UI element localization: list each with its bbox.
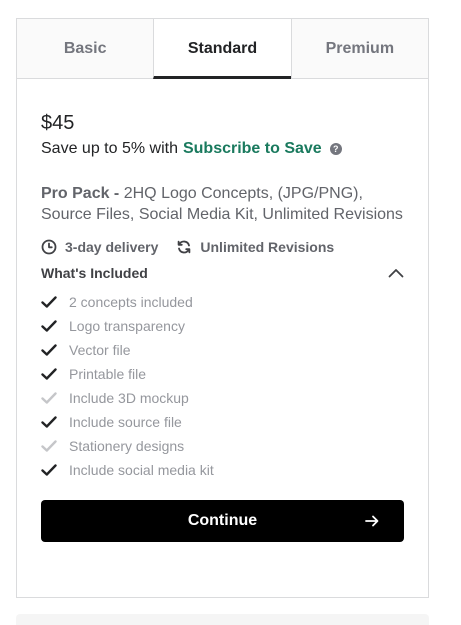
feature-label: Include social media kit [69,462,214,478]
feature-item: Stationery designs [41,434,404,458]
continue-label: Continue [187,512,258,529]
refresh-icon [178,240,191,254]
delivery-label: 3-day delivery [65,239,159,255]
feature-label: Printable file [69,366,147,382]
subscribe-line: Save up to 5% with Subscribe to Save ? [41,139,404,159]
feature-item: Include 3D mockup [41,386,404,410]
delivery-meta: 3-day delivery Unlimited Revisions [41,239,404,255]
features-list: 2 concepts included Logo transparency Vect… [41,290,404,482]
check-icon [41,391,57,405]
check-icon [41,343,57,357]
feature-item: Include source file [41,410,404,434]
clock-icon [41,239,57,255]
package-tabs: Basic Standard Premium [17,19,428,79]
feature-label: Include 3D mockup [69,390,189,406]
feature-item: Include social media kit [41,458,404,482]
tab-premium[interactable]: Premium [290,19,428,78]
feature-label: Vector file [69,342,131,358]
check-icon [41,415,57,429]
whats-included-title: What's Included [41,265,148,281]
continue-button[interactable]: Continue [41,500,404,542]
check-icon [41,319,57,333]
revisions: Unlimited Revisions [176,239,334,255]
feature-item: 2 concepts included [41,290,404,314]
check-icon [41,295,57,309]
revisions-label: Unlimited Revisions [200,239,335,255]
chevron-up-icon[interactable] [388,268,404,278]
subscribe-to-save-link[interactable]: Subscribe to Save [183,139,322,159]
question-circle-icon[interactable]: ? [329,143,342,155]
feature-label: 2 concepts included [69,294,193,310]
tab-standard[interactable]: Standard [153,19,291,79]
feature-label: Stationery designs [69,438,185,454]
package-description-block: Pro Pack - 2HQ Logo Concepts, (JPG/PNG),… [41,183,404,225]
check-icon [41,463,57,477]
package-card: Basic Standard Premium $45 Save up to 5%… [16,18,429,598]
feature-label: Include source file [69,414,182,430]
delivery-time: 3-day delivery [41,239,158,255]
next-section-edge [16,614,429,625]
tab-basic[interactable]: Basic [17,19,154,78]
arrow-right-icon [365,515,379,527]
package-content: $45 Save up to 5% with Subscribe to Save… [17,111,428,542]
feature-item: Printable file [41,362,404,386]
subscribe-prefix: Save up to 5% with [41,140,178,157]
feature-label: Logo transparency [69,318,185,334]
price: $45 [41,112,75,134]
feature-item: Logo transparency [41,314,404,338]
feature-item: Vector file [41,338,404,362]
check-icon [41,439,57,453]
whats-included-toggle[interactable]: What's Included [41,265,404,281]
package-name: Pro Pack - [41,185,120,202]
check-icon [41,367,57,381]
